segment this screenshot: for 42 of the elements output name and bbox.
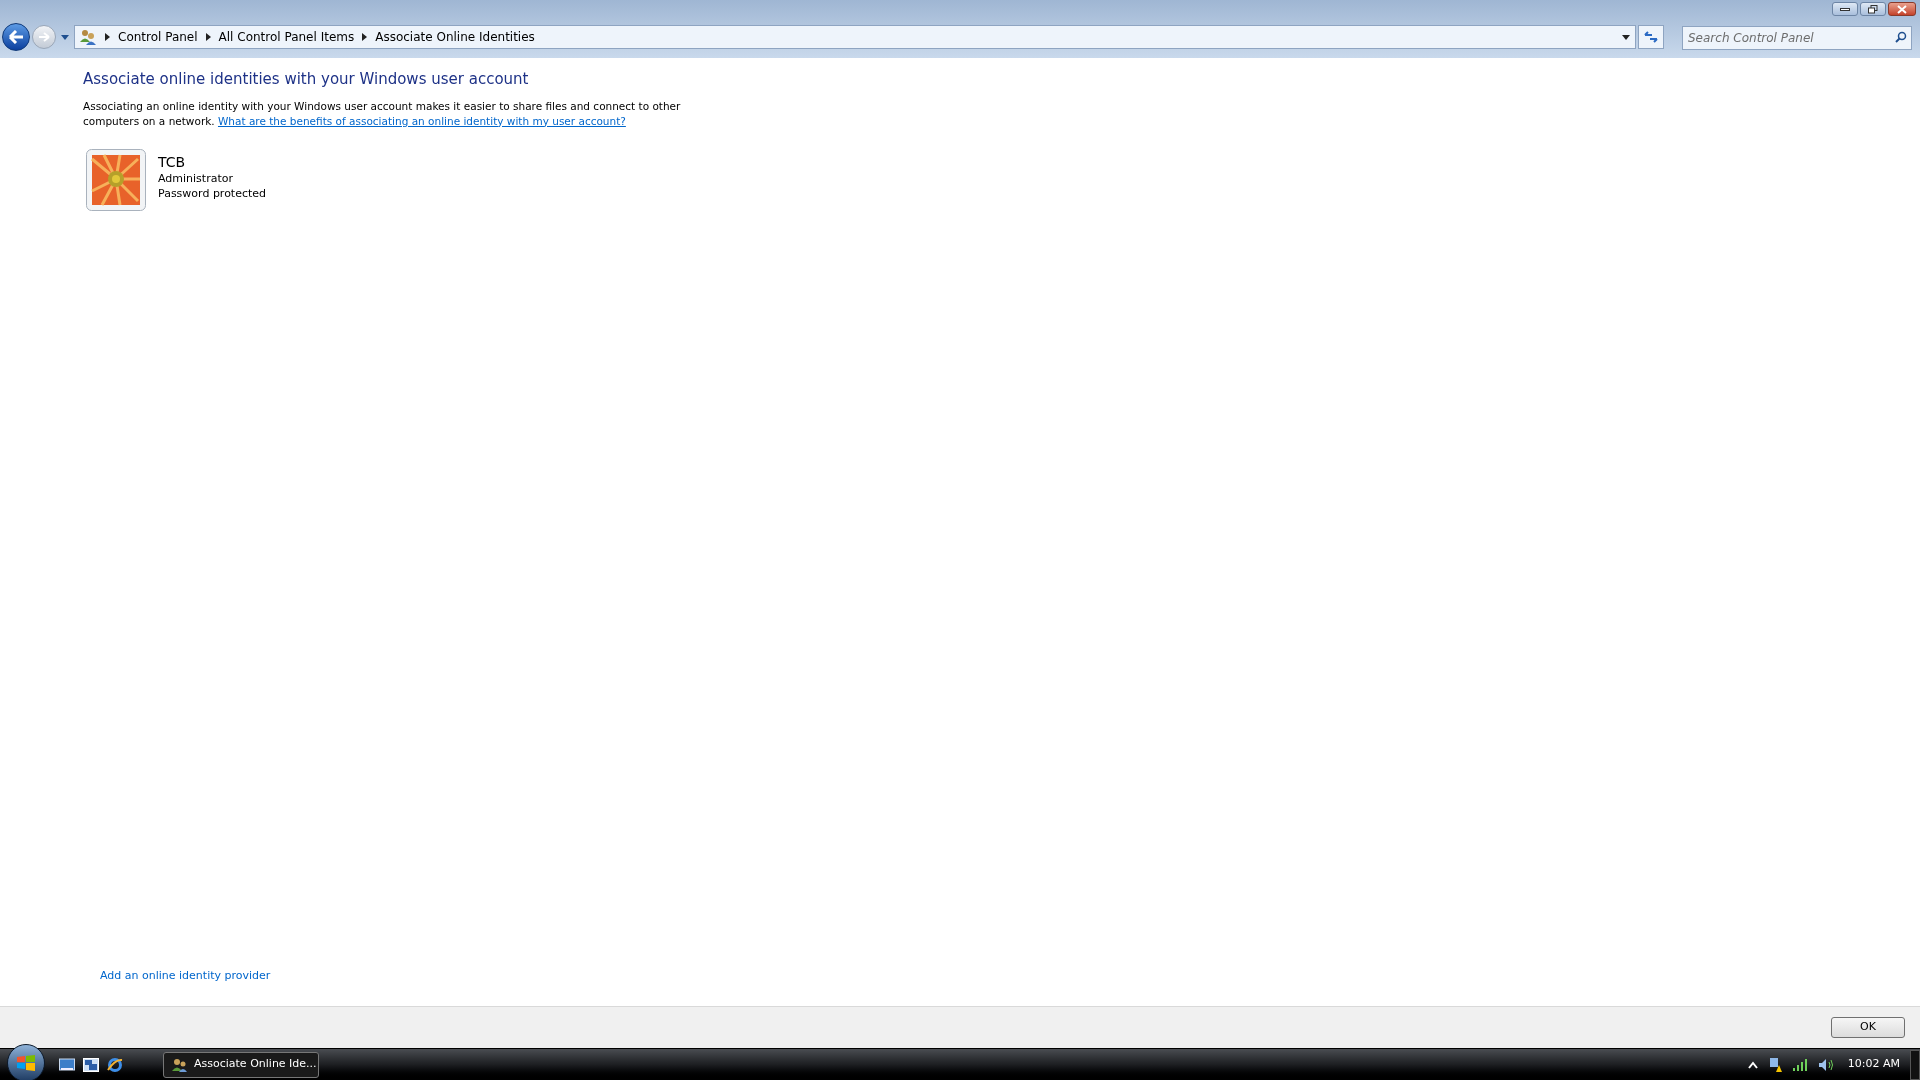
- restore-button[interactable]: [1860, 2, 1886, 16]
- users-icon: [172, 1057, 188, 1072]
- help-link[interactable]: What are the benefits of associating an online identity with my user account?: [217, 114, 626, 127]
- breadcrumb-item[interactable]: Control Panel: [118, 28, 198, 46]
- search-field[interactable]: Search Control Panel: [1682, 26, 1912, 50]
- forward-arrow-icon: [38, 32, 50, 42]
- windows-logo: [16, 1053, 36, 1072]
- account-role: Administrator: [158, 170, 234, 186]
- clock-text: 10:02 AM: [1847, 1056, 1900, 1073]
- users-icon: [79, 29, 97, 45]
- account-status: Password protected: [158, 185, 267, 201]
- back-arrow-icon: [8, 30, 24, 44]
- close-button[interactable]: [1888, 2, 1916, 16]
- desktop-icon[interactable]: [59, 1057, 75, 1072]
- volume-icon[interactable]: [1817, 1057, 1834, 1072]
- page-heading: Associate online identities with your Windows user account: [83, 69, 530, 90]
- add-provider-link[interactable]: Add an online identity provider: [100, 967, 271, 984]
- description-text: Associating an online identity with your Windows user account makes it easier to share files and connect to other computers on a network. What are the benefits of associating an online identity with my user account?: [83, 98, 682, 129]
- chevron-icon[interactable]: [105, 33, 110, 41]
- restore-icon: [1868, 4, 1878, 14]
- close-icon: [1897, 4, 1907, 14]
- browser-icon[interactable]: [107, 1056, 123, 1073]
- breadcrumb-item[interactable]: All Control Panel Items: [218, 28, 355, 46]
- refresh-icon: [1644, 31, 1658, 43]
- minimize-button[interactable]: [1832, 2, 1858, 16]
- chevron-icon[interactable]: [205, 33, 211, 41]
- breadcrumb-item[interactable]: Associate Online Identities: [375, 28, 535, 46]
- dropdown-icon[interactable]: [1621, 33, 1631, 41]
- signal-icon[interactable]: [1791, 1057, 1808, 1072]
- show-desktop-button[interactable]: [1910, 1049, 1920, 1080]
- search-icon[interactable]: [1895, 31, 1907, 43]
- refresh-button[interactable]: [1638, 25, 1664, 49]
- history-dropdown-icon[interactable]: [60, 33, 70, 41]
- back-button[interactable]: [2, 23, 30, 51]
- chevron-icon[interactable]: [362, 33, 368, 41]
- minimize-icon: [1840, 7, 1850, 11]
- ok-button[interactable]: OK: [1831, 1017, 1905, 1038]
- window-switch-icon[interactable]: [83, 1057, 99, 1072]
- address-bar[interactable]: Control Panel All Control Panel Items Associate Online Identities: [74, 25, 1636, 49]
- show-hidden-icons-icon[interactable]: [1747, 1060, 1758, 1069]
- taskbar-window-button[interactable]: Associate Online Ide...: [163, 1051, 319, 1078]
- account-name: TCB: [158, 152, 187, 171]
